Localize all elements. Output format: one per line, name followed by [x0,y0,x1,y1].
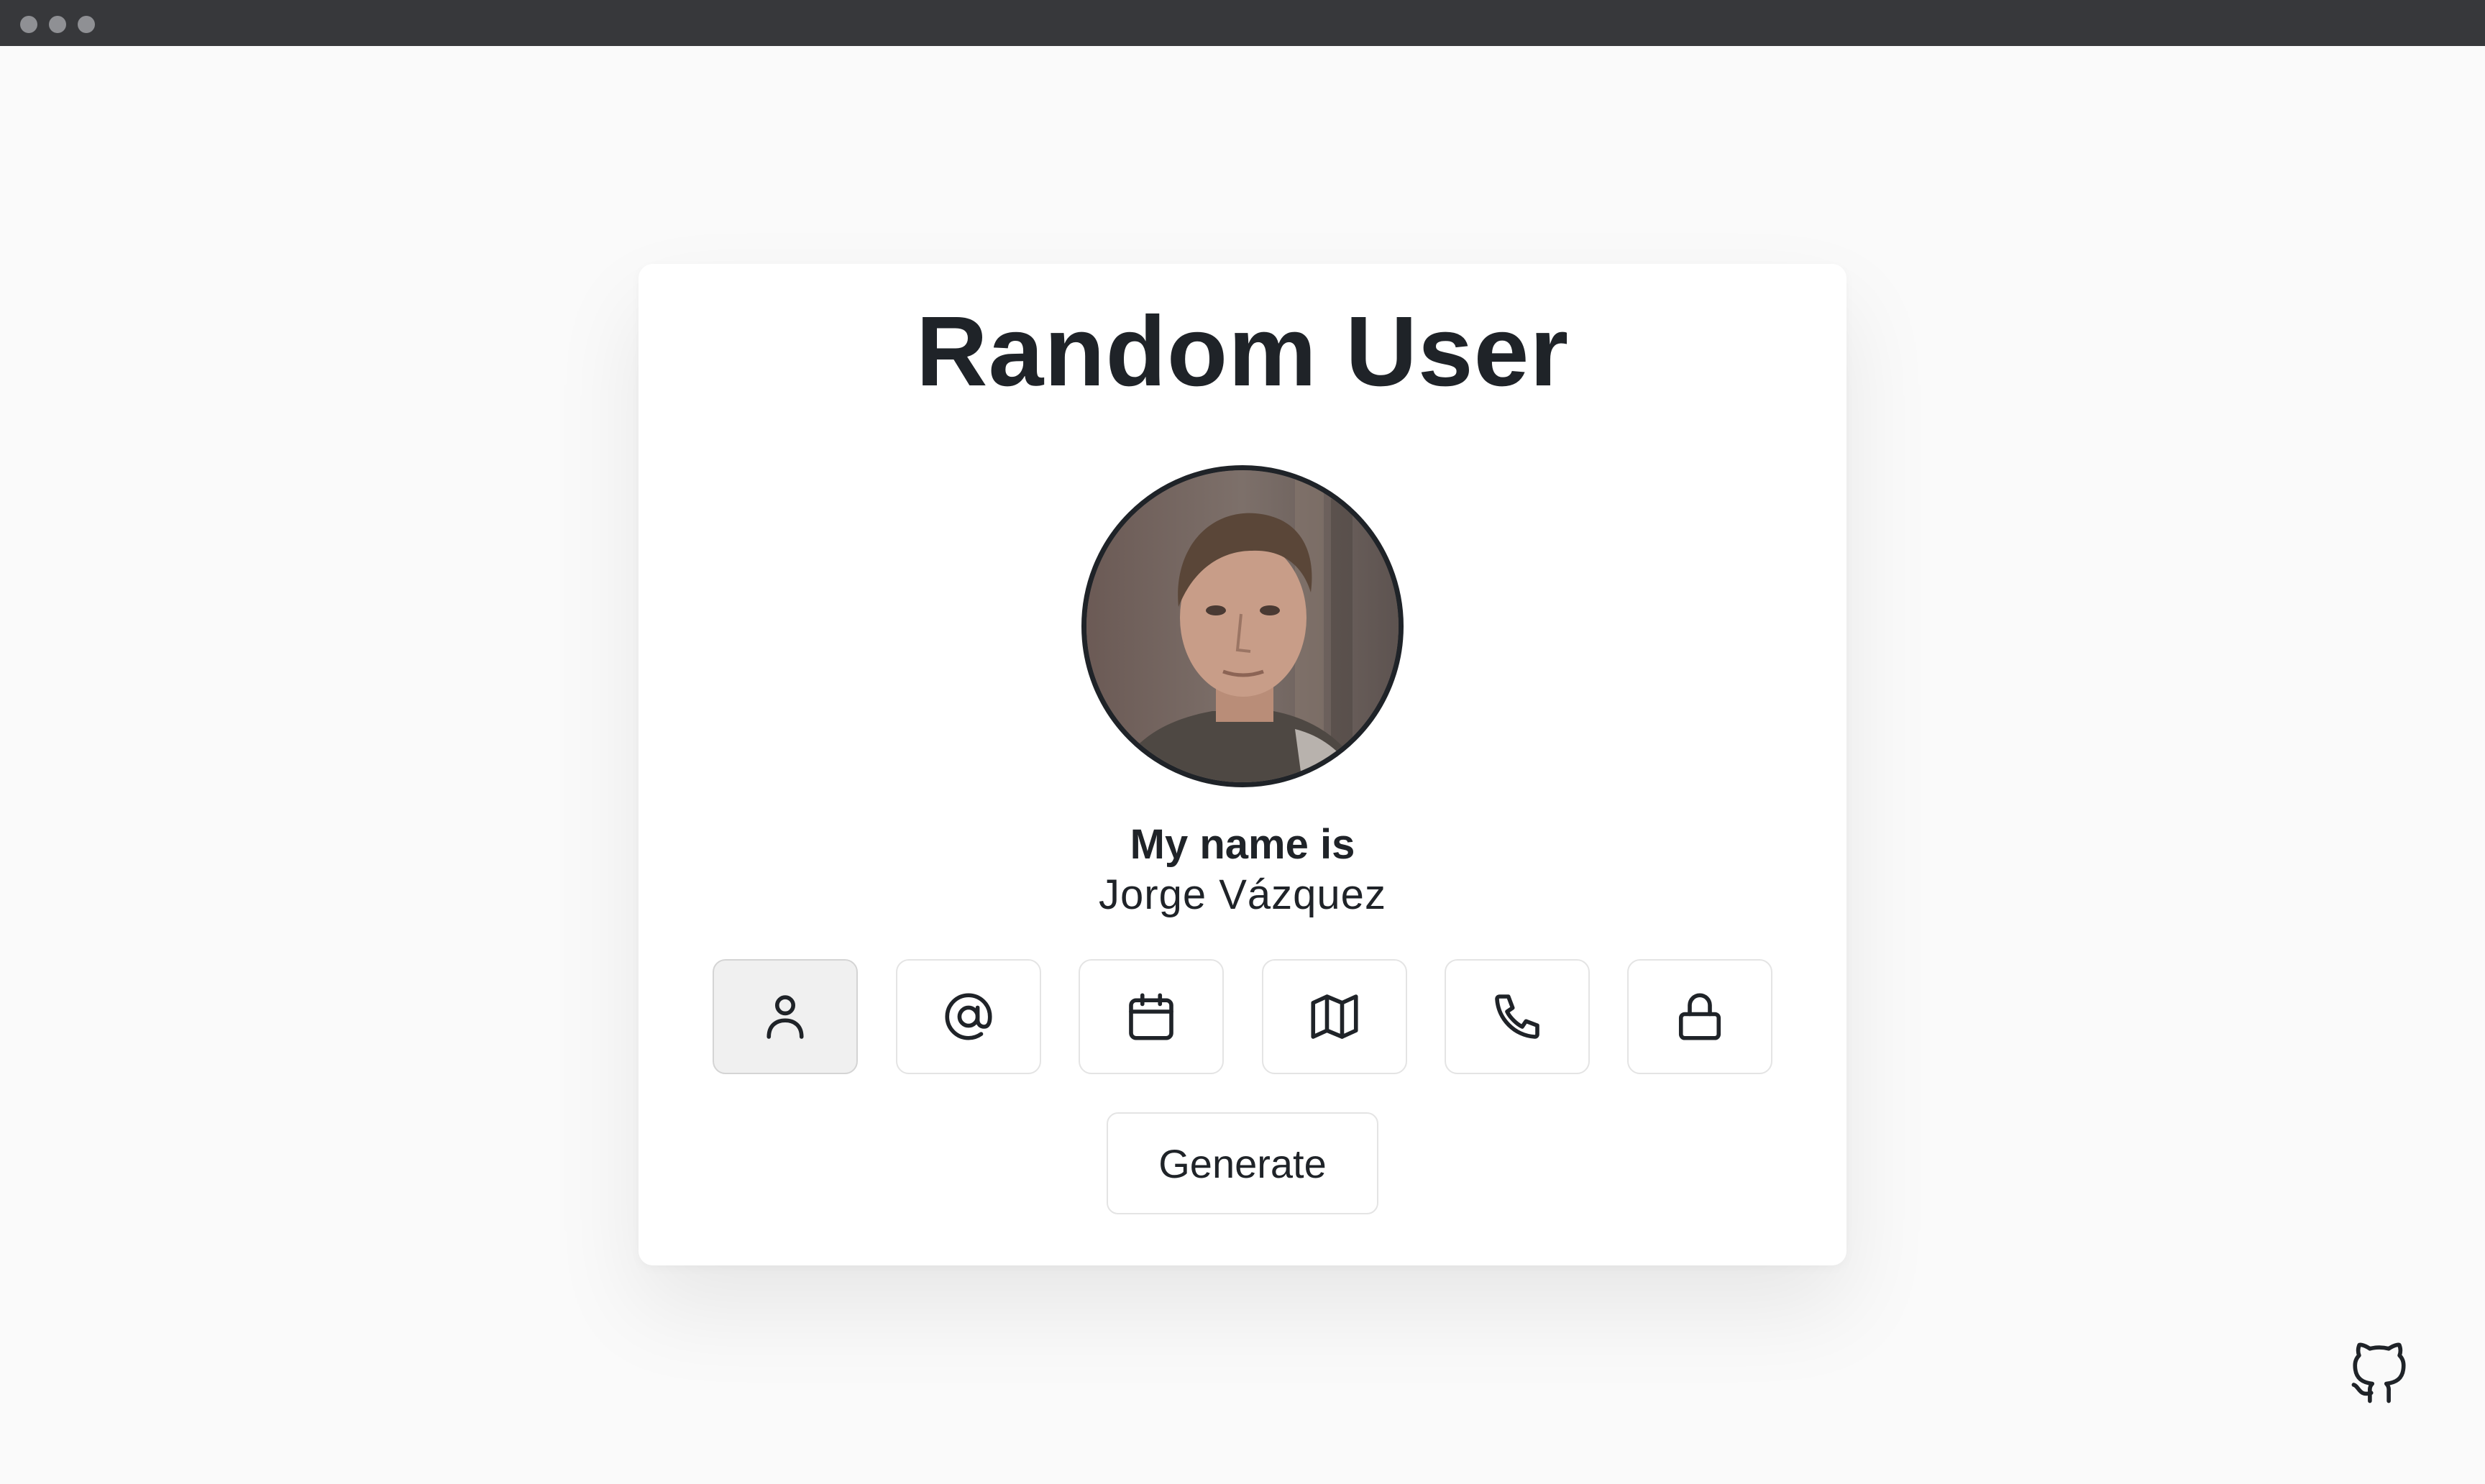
password-info-button[interactable] [1627,959,1772,1074]
window-control-dot[interactable] [20,16,37,33]
avatar [1081,465,1404,787]
avatar-photo [1086,470,1399,782]
window-control-dot[interactable] [49,16,66,33]
window-titlebar [0,0,2485,46]
field-value: Jorge Vázquez [1099,871,1386,918]
lock-icon [1678,993,1721,1040]
user-icon [766,995,804,1039]
github-link[interactable] [2347,1342,2412,1406]
github-icon [2351,1342,2406,1403]
email-info-button[interactable] [896,959,1041,1074]
address-info-button[interactable] [1262,959,1407,1074]
phone-info-button[interactable] [1445,959,1590,1074]
generate-button[interactable]: Generate [1107,1112,1378,1214]
at-sign-icon [945,993,992,1040]
user-info-button[interactable] [713,959,858,1074]
calendar-icon [1129,993,1173,1040]
window-control-dot[interactable] [78,16,95,33]
page-title: Random User [915,296,1570,407]
phone-icon [1495,994,1539,1039]
field-label: My name is [1130,821,1355,868]
birthday-info-button[interactable] [1079,959,1224,1074]
map-icon [1311,994,1358,1039]
